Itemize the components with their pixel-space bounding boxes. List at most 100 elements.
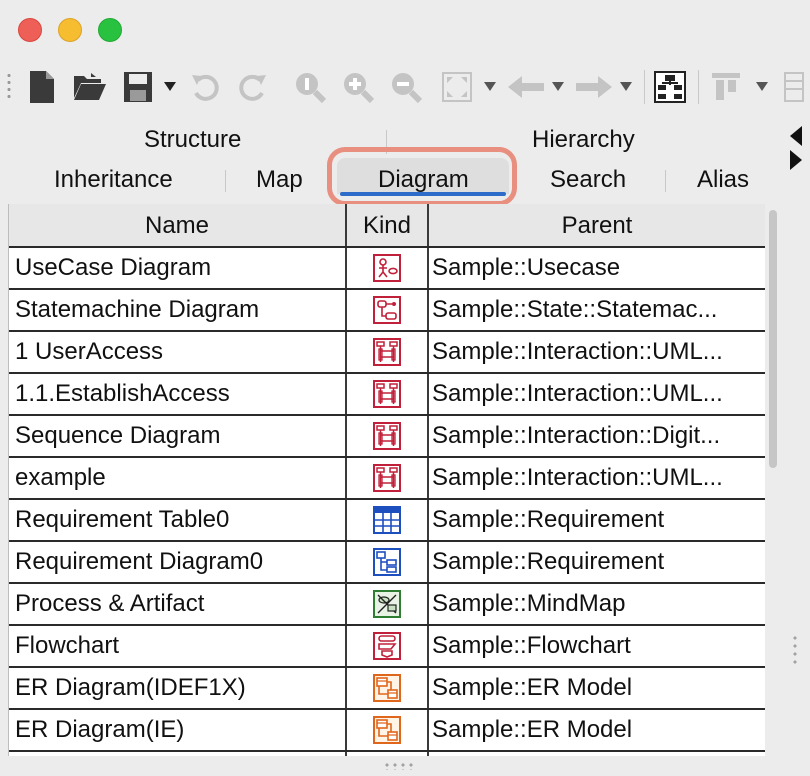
tab-search[interactable]: Search [550, 166, 626, 194]
tab-map[interactable]: Map [256, 166, 303, 194]
cell-name: Process & Artifact [15, 590, 205, 617]
cell-name [15, 752, 345, 756]
forward-arrow-icon[interactable] [574, 68, 614, 106]
column-divider [427, 290, 429, 330]
req-diagram-diagram-icon [347, 542, 427, 582]
table-row[interactable]: Statemachine Diagram Sample::State::State… [9, 290, 765, 332]
tab-highlight-annotation [327, 147, 517, 206]
fit-window-icon[interactable] [440, 68, 474, 106]
open-folder-icon[interactable] [72, 68, 108, 106]
cell-name: Statemachine Diagram [15, 296, 260, 323]
sequence-diagram-icon [347, 416, 427, 456]
column-divider [427, 458, 429, 498]
new-file-icon[interactable] [26, 68, 58, 106]
cell-name: Flowchart [15, 632, 120, 659]
side-resize-grip[interactable] [792, 634, 798, 664]
align-icon[interactable] [708, 68, 744, 106]
column-divider [427, 710, 429, 750]
table-row[interactable]: Flowchart Sample::Flowchart [9, 626, 765, 668]
sequence-diagram-icon [347, 374, 427, 414]
scrollbar-thumb[interactable] [769, 210, 777, 468]
dropdown-icon[interactable] [160, 68, 180, 106]
toolbar-separator [644, 70, 645, 104]
er-diagram-icon [347, 668, 427, 708]
dropdown-icon[interactable] [548, 68, 568, 106]
toolbar-separator [698, 70, 699, 104]
cell-name: 1.1.EstablishAccess [15, 380, 230, 407]
column-divider [427, 332, 429, 372]
dropdown-icon[interactable] [480, 68, 500, 106]
cell-parent: Sample::Interaction::UML... [432, 338, 723, 365]
cell-parent: Sample::MindMap [432, 590, 626, 617]
table-row[interactable]: example Sample::Interaction::UML... [9, 458, 765, 500]
zoom-in-icon[interactable] [340, 68, 376, 106]
toolbar-grip[interactable] [6, 72, 12, 102]
cell-name: Requirement Table0 [15, 506, 230, 533]
flowchart-diagram-icon [347, 626, 427, 666]
tabs-scroll-right-icon[interactable] [790, 150, 802, 170]
tab-structure[interactable]: Structure [144, 126, 241, 154]
table-row[interactable]: ER Diagram(IE) Sample::ER Model [9, 710, 765, 752]
table-row[interactable]: Requirement Diagram0 Sample::Requirement [9, 542, 765, 584]
toolbar-overflow-icon[interactable] [782, 68, 806, 106]
column-divider [427, 626, 429, 666]
sequence-diagram-icon [347, 458, 427, 498]
req-table-diagram-icon [347, 500, 427, 540]
undo-icon[interactable] [188, 68, 222, 106]
zoom-window-button[interactable] [98, 18, 122, 42]
table-header: Name Kind Parent [9, 204, 765, 248]
column-divider [427, 248, 429, 288]
column-divider [427, 752, 429, 756]
minimize-window-button[interactable] [58, 18, 82, 42]
table-row[interactable]: 1 UserAccess Sample::Interaction::UML... [9, 332, 765, 374]
cell-parent: Sample::Requirement [432, 548, 665, 575]
tab-inheritance[interactable]: Inheritance [54, 166, 173, 194]
tab-alias[interactable]: Alias [697, 166, 749, 194]
close-window-button[interactable] [18, 18, 42, 42]
table-row[interactable]: Sequence Diagram Sample::Interaction::Dig… [9, 416, 765, 458]
statemachine-diagram-icon [347, 290, 427, 330]
cell-parent: Sample::ER Model [432, 674, 633, 701]
cell-name: ER Diagram(IE) [15, 716, 185, 743]
column-header-name[interactable]: Name [9, 204, 345, 246]
dropdown-icon[interactable] [616, 68, 636, 106]
tabs-scroll-left-icon[interactable] [790, 126, 802, 146]
zoom-out-icon[interactable] [388, 68, 424, 106]
cell-name: 1 UserAccess [15, 338, 164, 365]
column-divider [427, 416, 429, 456]
sequence-diagram-icon [347, 332, 427, 372]
cell-parent: Sample::Interaction::UML... [432, 464, 723, 491]
toolbar [0, 58, 810, 116]
cell-parent: Sample::Usecase [432, 254, 621, 281]
hierarchy-icon[interactable] [652, 68, 688, 106]
table-row[interactable]: 1.1.EstablishAccess Sample::Interaction::… [9, 374, 765, 416]
dropdown-icon[interactable] [752, 68, 772, 106]
column-divider [427, 542, 429, 582]
cell-name: ER Diagram(IDEF1X) [15, 674, 246, 701]
table-row[interactable] [9, 752, 765, 756]
view-tabs: Structure Hierarchy Inheritance Map Diag… [0, 116, 810, 206]
tab-separator [225, 170, 226, 192]
cell-parent: Sample::State::Statemac... [432, 296, 718, 323]
save-icon[interactable] [122, 68, 154, 106]
column-divider [427, 374, 429, 414]
bottom-resize-grip[interactable] [383, 762, 413, 770]
column-header-parent[interactable]: Parent [429, 204, 765, 246]
table-row[interactable]: UseCase Diagram Sample::Usecase [9, 248, 765, 290]
find-icon[interactable] [292, 68, 328, 106]
cell-name: UseCase Diagram [15, 254, 212, 281]
table-row[interactable]: Process & Artifact Sample::MindMap [9, 584, 765, 626]
column-divider [427, 584, 429, 624]
back-arrow-icon[interactable] [506, 68, 546, 106]
table-row[interactable]: Requirement Table0 Sample::Requirement [9, 500, 765, 542]
column-divider [427, 668, 429, 708]
usecase-diagram-icon [347, 248, 427, 288]
table-row[interactable]: ER Diagram(IDEF1X) Sample::ER Model [9, 668, 765, 710]
redo-icon[interactable] [236, 68, 270, 106]
column-header-kind[interactable]: Kind [347, 204, 427, 246]
cell-parent: Sample::Requirement [432, 506, 665, 533]
cell-parent: Sample::Flowchart [432, 632, 631, 659]
vertical-scrollbar[interactable] [766, 204, 782, 756]
tab-hierarchy[interactable]: Hierarchy [532, 126, 635, 154]
title-bar [0, 0, 810, 58]
